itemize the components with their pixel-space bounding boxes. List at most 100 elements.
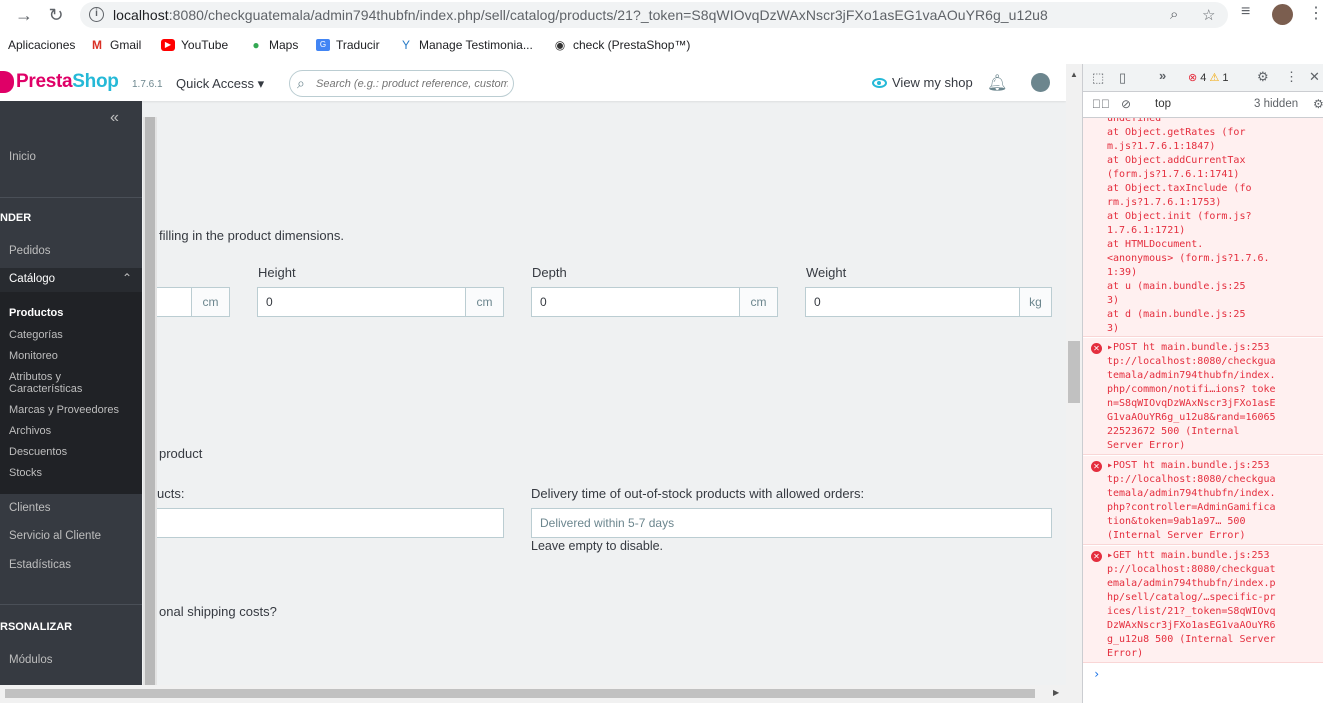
submenu-marcas[interactable]: Marcas y Proveedores <box>9 404 119 416</box>
scrollbar-thumb[interactable] <box>145 117 155 686</box>
settings-gear-icon[interactable]: ⚙ <box>1257 69 1269 85</box>
sidebar-item-pedidos[interactable]: Pedidos <box>9 245 51 257</box>
submenu-productos[interactable]: Productos <box>9 307 63 319</box>
stack-line[interactable]: at d (main.bundle.js:25 <box>1107 308 1245 322</box>
url-text[interactable]: localhost:8080/checkguatemala/admin794th… <box>113 7 1048 23</box>
sidebar-toggle-icon[interactable]: ▶⃞ <box>1092 97 1110 111</box>
error-line[interactable]: ▸POST ht main.bundle.js:253 <box>1107 459 1270 473</box>
context-selector[interactable]: top <box>1155 98 1171 110</box>
site-info-icon[interactable]: i <box>89 7 104 22</box>
submenu-atributos[interactable]: Atributos y <box>9 371 61 383</box>
height-input-group[interactable]: 0 cm <box>257 287 504 317</box>
stack-line[interactable]: m.js?1.7.6.1:1847) <box>1107 140 1215 154</box>
error-line[interactable]: G1vaAOuYR6g_u12u8&rand=16065 <box>1107 411 1276 425</box>
console-error-message[interactable]: ✕ ▸POST ht main.bundle.js:253 tp://local… <box>1083 338 1323 455</box>
sidebar-item-modulos[interactable]: Módulos <box>9 654 52 666</box>
stack-line[interactable]: at Object.addCurrentTax <box>1107 154 1245 168</box>
bell-icon[interactable]: 🔔︎ <box>987 73 1007 93</box>
error-line[interactable]: php?controller=AdminGamifica <box>1107 501 1276 515</box>
error-line[interactable]: tp://localhost:8080/checkgua <box>1107 473 1276 487</box>
width-input-group[interactable]: cm <box>157 287 230 317</box>
scroll-right-icon[interactable]: ▶ <box>1053 688 1059 697</box>
reading-list-icon[interactable]: ≡ <box>1241 3 1250 21</box>
submenu-caracteristicas[interactable]: Características <box>9 383 82 395</box>
error-line[interactable]: temala/admin794thubfn/index. <box>1107 487 1276 501</box>
weight-input-group[interactable]: 0 kg <box>805 287 1052 317</box>
stack-line[interactable]: at Object.getRates (for <box>1107 126 1245 140</box>
width-value[interactable] <box>157 288 191 316</box>
submenu-archivos[interactable]: Archivos <box>9 425 51 437</box>
depth-input-group[interactable]: 0 cm <box>531 287 778 317</box>
user-avatar-icon[interactable] <box>1031 73 1050 92</box>
height-input[interactable]: 0 <box>258 288 465 316</box>
stack-line[interactable]: (form.js?1.7.6.1:1741) <box>1107 168 1239 182</box>
error-line[interactable]: ices/list/21?_token=S8qWIOvq <box>1107 605 1276 619</box>
reload-icon[interactable]: ↻ <box>44 3 68 27</box>
stack-line[interactable]: 3) <box>1107 322 1119 336</box>
view-my-shop-link[interactable]: View my shop <box>872 75 973 90</box>
sidebar-item-catalogo[interactable]: Catálogo ⌃ <box>0 268 142 292</box>
stack-line[interactable]: 3) <box>1107 294 1119 308</box>
weight-input[interactable]: 0 <box>806 288 1019 316</box>
close-icon[interactable]: ✕ <box>1309 69 1320 85</box>
error-line[interactable]: php/common/notifi…ions? toke <box>1107 383 1276 397</box>
stack-line[interactable]: 1:39) <box>1107 266 1137 280</box>
bookmark-apps[interactable]: Aplicaciones <box>8 38 75 52</box>
sidebar-item-estadisticas[interactable]: Estadísticas <box>9 559 71 571</box>
bookmark-testimonials[interactable]: Y Manage Testimonia... <box>399 38 533 52</box>
error-line[interactable]: temala/admin794thubfn/index. <box>1107 369 1276 383</box>
error-line[interactable]: p://localhost:8080/checkguat <box>1107 563 1276 577</box>
scrollbar-thumb[interactable] <box>1068 341 1080 403</box>
address-bar[interactable]: i localhost:8080/checkguatemala/admin794… <box>80 2 1228 28</box>
error-line[interactable]: n=S8qWIOvqDzWAxNscr3jFXo1asE <box>1107 397 1276 411</box>
submenu-stocks[interactable]: Stocks <box>9 467 42 479</box>
error-line[interactable]: emala/admin794thubfn/index.p <box>1107 577 1276 591</box>
prestashop-logo[interactable]: PrestaShop <box>0 71 119 93</box>
more-tabs-icon[interactable]: » <box>1159 68 1166 83</box>
profile-avatar[interactable] <box>1272 4 1293 25</box>
inspect-element-icon[interactable]: ⬚ <box>1092 70 1104 86</box>
star-icon[interactable]: ☆ <box>1202 6 1215 24</box>
submenu-categorias[interactable]: Categorías <box>9 329 63 341</box>
stack-line[interactable]: 1.7.6.1:1721) <box>1107 224 1185 238</box>
sidebar-item-servicio[interactable]: Servicio al Cliente <box>9 530 101 542</box>
device-toolbar-icon[interactable]: ▯ <box>1119 70 1126 86</box>
zoom-icon[interactable]: ⌕ <box>1170 6 1178 23</box>
collapse-sidebar-icon[interactable]: « <box>110 109 119 127</box>
bookmark-prestashop[interactable]: ◉ check (PrestaShop™) <box>553 38 691 52</box>
error-line[interactable]: tion&token=9ab1a97… 500 <box>1107 515 1245 529</box>
stack-line[interactable]: at Object.taxInclude (fo <box>1107 182 1252 196</box>
console-error-message[interactable]: ✕ ▸POST ht main.bundle.js:253 tp://local… <box>1083 456 1323 545</box>
sidebar-scrollbar[interactable] <box>143 117 157 686</box>
stack-line[interactable]: at u (main.bundle.js:25 <box>1107 280 1245 294</box>
error-line[interactable]: DzWAxNscr3jFXo1asEG1vaAOuYR6 <box>1107 619 1276 633</box>
outstock-delivery-input[interactable]: Delivered within 5-7 days <box>531 508 1052 538</box>
devtools-menu-icon[interactable]: ⋮ <box>1285 69 1298 85</box>
bookmark-youtube[interactable]: ▶ YouTube <box>161 38 228 52</box>
error-line[interactable]: tp://localhost:8080/checkgua <box>1107 355 1276 369</box>
scroll-up-icon[interactable]: ▲ <box>1070 70 1078 79</box>
bookmark-gmail[interactable]: M Gmail <box>90 38 141 52</box>
depth-input[interactable]: 0 <box>532 288 739 316</box>
sidebar-item-inicio[interactable]: Inicio <box>9 151 36 163</box>
hidden-messages-count[interactable]: 3 hidden <box>1254 98 1298 110</box>
page-vertical-scrollbar[interactable]: ▲ <box>1066 64 1082 703</box>
console-error-message[interactable]: ✕ ▸GET htt main.bundle.js:253 p://localh… <box>1083 546 1323 663</box>
quick-access-menu[interactable]: Quick Access ▾ <box>176 76 264 92</box>
issue-counter[interactable]: ⊗ 4 ⚠ 1 <box>1188 71 1229 84</box>
stack-line[interactable]: rm.js?1.7.6.1:1753) <box>1107 196 1221 210</box>
error-line[interactable]: ▸GET htt main.bundle.js:253 <box>1107 549 1270 563</box>
bookmark-maps[interactable]: ● Maps <box>249 38 298 52</box>
console-prompt[interactable]: › <box>1093 667 1100 681</box>
stack-line[interactable]: <anonymous> (form.js?1.7.6. <box>1107 252 1270 266</box>
submenu-monitoreo[interactable]: Monitoreo <box>9 350 58 362</box>
sidebar-item-clientes[interactable]: Clientes <box>9 502 51 514</box>
menu-kebab-icon[interactable]: ⋮ <box>1308 3 1323 23</box>
console-settings-icon[interactable]: ⚙ <box>1313 97 1323 111</box>
scrollbar-thumb[interactable] <box>5 689 1035 698</box>
error-line[interactable]: ▸POST ht main.bundle.js:253 <box>1107 341 1270 355</box>
bookmark-translate[interactable]: G Traducir <box>316 38 380 52</box>
search-input[interactable] <box>316 75 508 92</box>
error-line[interactable]: hp/sell/catalog/…specific-pr <box>1107 591 1276 605</box>
search-box[interactable]: ⌕ <box>289 70 514 97</box>
